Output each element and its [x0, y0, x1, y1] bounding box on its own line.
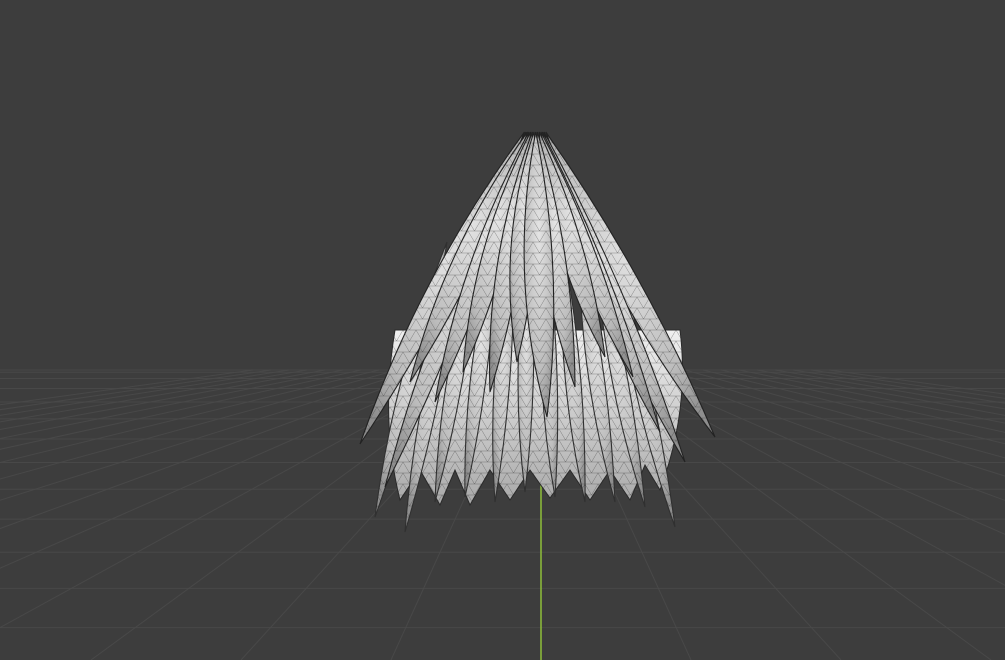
grid-line: [0, 369, 290, 416]
viewport-scene[interactable]: [0, 0, 1005, 660]
grid-line: [774, 369, 1005, 410]
3d-viewport[interactable]: [0, 0, 1005, 660]
hair-mesh-object[interactable]: [359, 131, 716, 533]
grid-line: [0, 369, 380, 464]
grid-line: [720, 369, 1005, 433]
grid-line: [702, 369, 1005, 445]
grid-line: [0, 369, 272, 411]
grid-line: [0, 369, 362, 450]
grid-line: [0, 369, 434, 530]
grid-line: [0, 369, 398, 480]
grid-line: [630, 369, 1005, 535]
grid-line: [792, 369, 1005, 404]
grid-line: [810, 369, 1005, 399]
grid-line: [0, 369, 308, 423]
grid-line: [738, 369, 1005, 424]
grid-line: [0, 369, 452, 569]
